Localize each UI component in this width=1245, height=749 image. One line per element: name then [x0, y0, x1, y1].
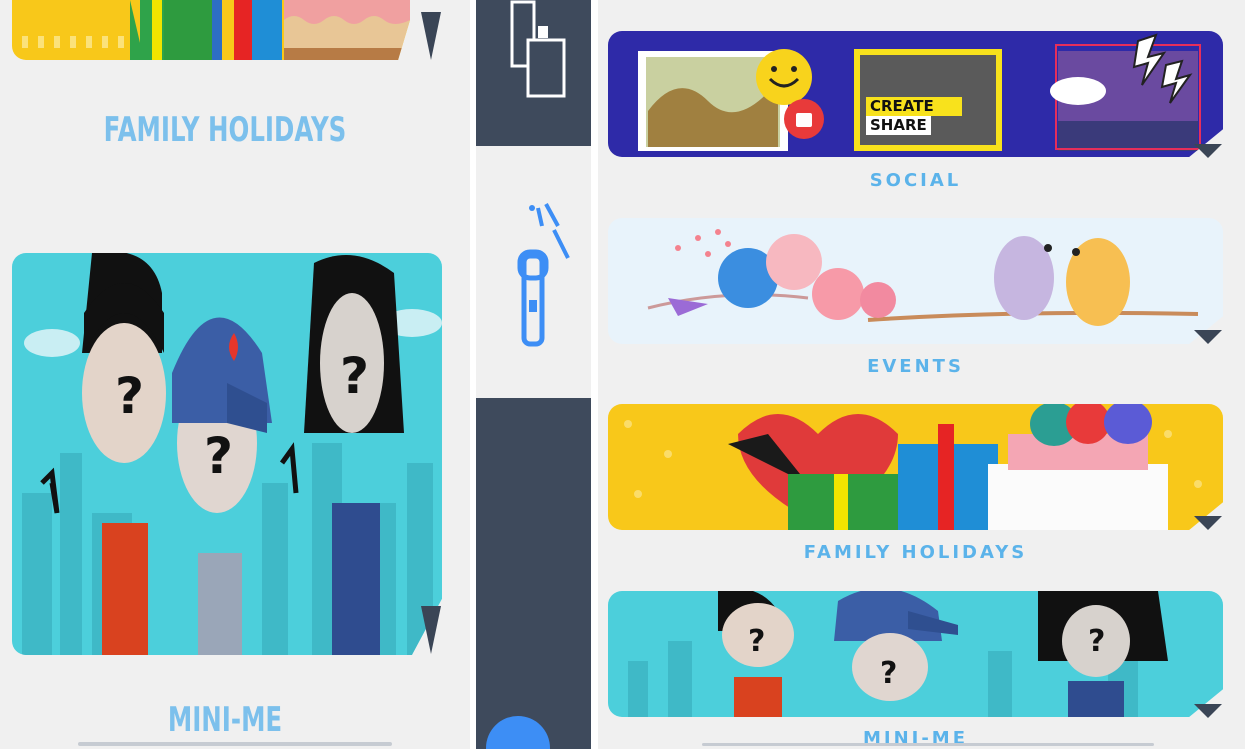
svg-text:?: ? — [340, 347, 369, 405]
svg-text:?: ? — [204, 427, 233, 485]
flashlight-icon[interactable] — [476, 190, 591, 350]
events-art — [608, 218, 1223, 344]
chevron-down-icon[interactable] — [1194, 516, 1222, 530]
right-panel: CREATE SHARE SOCIAL EVENTS FAMILY HOLIDA… — [598, 0, 1245, 749]
social-card[interactable]: CREATE SHARE — [608, 31, 1223, 157]
family-holidays-label: FAMILY HOLIDAYS — [103, 110, 347, 150]
chevron-down-icon[interactable] — [1194, 704, 1222, 718]
mini-me-art: ? ? ? — [12, 253, 442, 655]
mini-me-card[interactable]: ? ? ? — [12, 253, 442, 655]
chevron-down-icon[interactable] — [421, 12, 441, 60]
scroll-divider — [702, 743, 1154, 746]
svg-text:?: ? — [1088, 624, 1105, 659]
family-holidays-art — [12, 0, 410, 60]
chevron-down-icon[interactable] — [1194, 330, 1222, 344]
top-dark-bar — [476, 0, 591, 146]
storm-art — [1050, 33, 1201, 151]
scroll-divider — [78, 742, 392, 746]
category-label-events: EVENTS — [867, 356, 964, 377]
middle-panel — [476, 0, 591, 749]
chevron-down-icon[interactable] — [1194, 144, 1222, 158]
svg-text:?: ? — [880, 656, 897, 691]
category-label-family-holidays: FAMILY HOLIDAYS — [803, 542, 1028, 563]
family-holidays-card-partial[interactable] — [12, 0, 410, 60]
bottom-dark-bar — [476, 398, 591, 749]
svg-text:?: ? — [748, 624, 765, 659]
category-label-social: SOCIAL — [869, 170, 962, 191]
events-card[interactable] — [608, 218, 1223, 344]
mini-me-card-small[interactable]: ? ? ? — [608, 591, 1223, 717]
left-panel: FAMILY HOLIDAYS ? ? ? MINI-ME — [0, 0, 470, 749]
mini-me-label: MINI-ME — [167, 700, 283, 740]
create-share-badge: CREATE SHARE — [866, 97, 962, 135]
mini-me-small-art: ? ? ? — [608, 591, 1223, 717]
chevron-down-icon[interactable] — [421, 606, 441, 654]
svg-text:?: ? — [115, 367, 144, 425]
device-icon — [510, 0, 566, 98]
family-holidays-card[interactable] — [608, 404, 1223, 530]
holidays-art — [608, 404, 1223, 530]
